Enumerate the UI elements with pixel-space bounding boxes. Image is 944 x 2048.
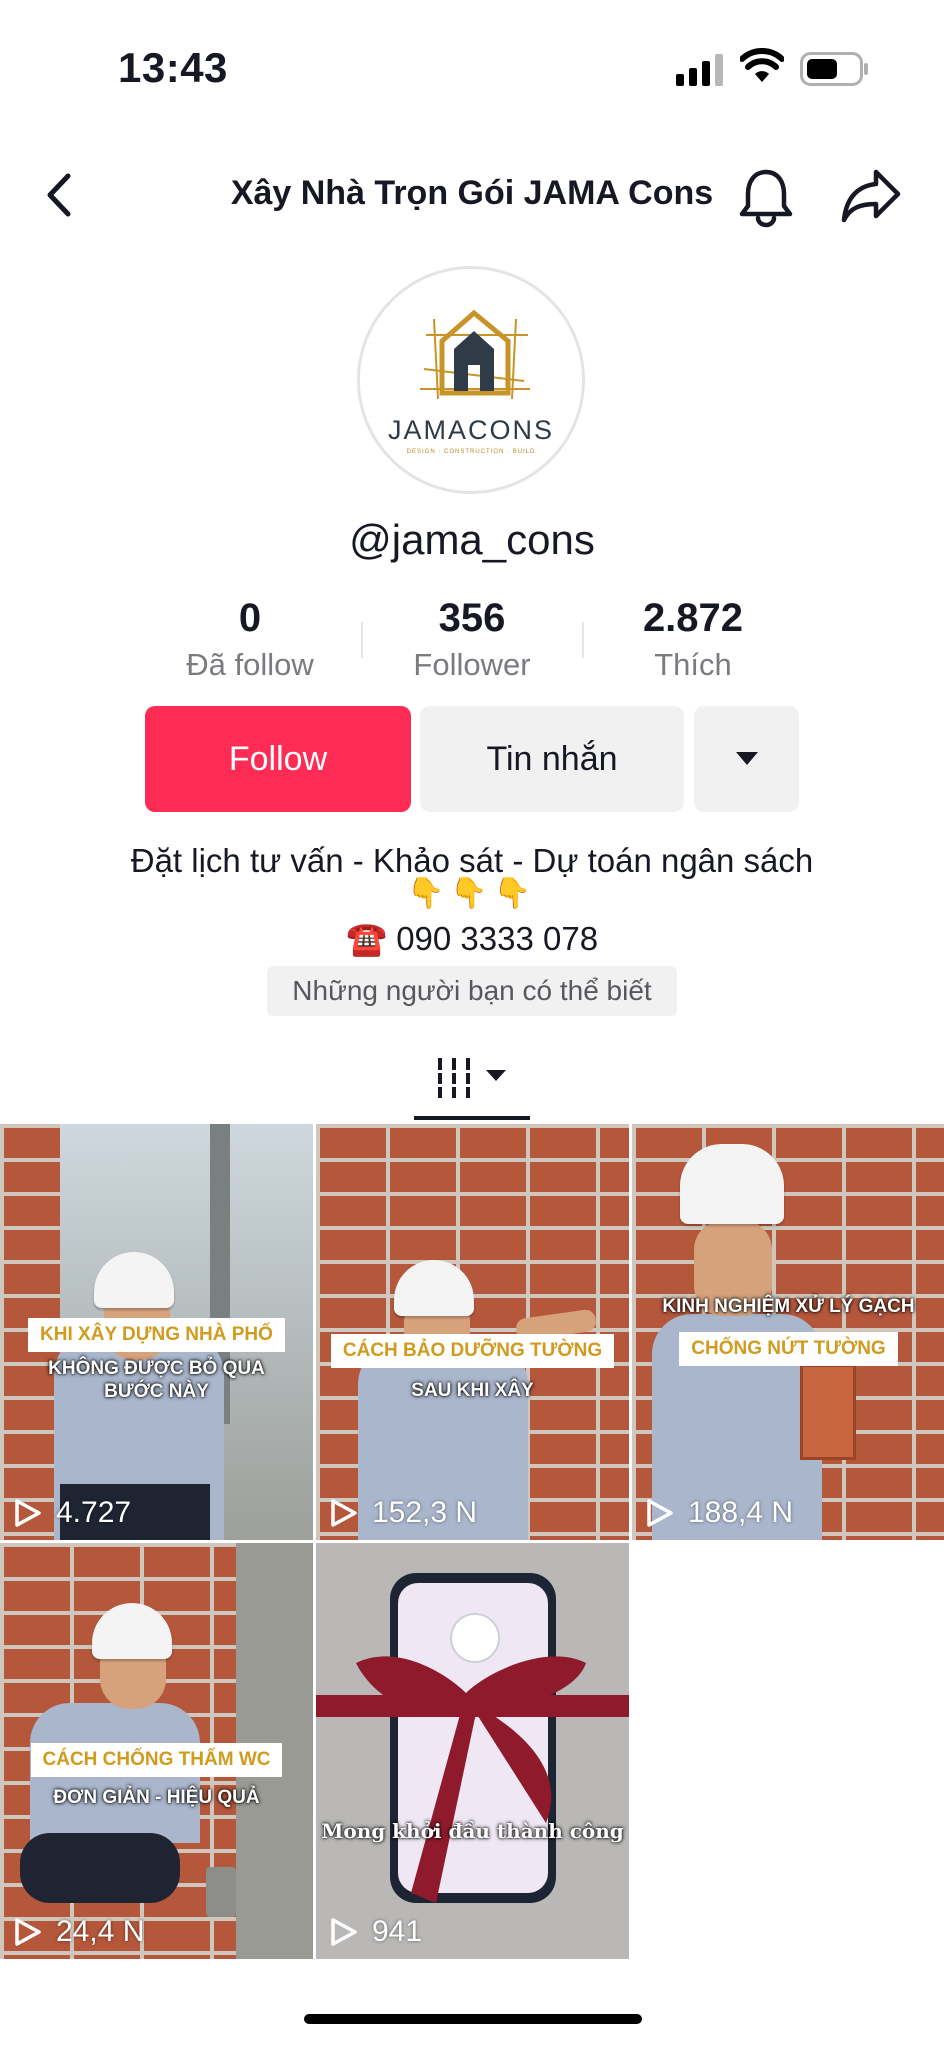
stat-likes-label: Thích [654, 647, 732, 682]
video-caption-text: KHÔNG ĐƯỢC BỎ QUA BƯỚC NÀY [48, 1358, 265, 1402]
video-thumbnail[interactable]: KHI XÂY DỰNG NHÀ PHỐ KHÔNG ĐƯỢC BỎ QUA B… [0, 1124, 313, 1540]
follow-button[interactable]: Follow [145, 706, 411, 812]
video-thumbnail[interactable]: CÁCH CHỐNG THẤM WC ĐƠN GIẢN - HIỆU QUẢ 2… [0, 1543, 313, 1959]
view-count: 941 [330, 1915, 422, 1949]
view-count: 24,4 N [14, 1915, 144, 1949]
bio-line: Đặt lịch tư vấn - Khảo sát - Dự toán ngâ… [130, 842, 814, 879]
view-count: 152,3 N [330, 1496, 477, 1530]
share-icon[interactable] [840, 166, 902, 226]
bio-emoji-line: 👇👇👇 [406, 877, 538, 910]
view-count: 188,4 N [646, 1496, 793, 1530]
status-time: 13:43 [118, 44, 228, 91]
battery-icon [800, 52, 868, 86]
profile-avatar[interactable]: JAMACONS DESIGN · CONSTRUCTION · BUILD [357, 266, 585, 494]
stat-following-value: 0 [238, 596, 262, 640]
suggested-friends-button[interactable]: Những người bạn có thể biết [267, 966, 677, 1016]
content-tab-bar [0, 1040, 944, 1122]
videos-grid-tab-icon[interactable] [436, 1054, 508, 1104]
video-caption-text: Mong khởi đầu thành công [321, 1819, 624, 1843]
wifi-icon [740, 48, 784, 82]
stat-following[interactable]: 0 Đã follow [140, 596, 360, 683]
stat-likes-value: 2.872 [642, 596, 744, 640]
bell-icon[interactable] [736, 164, 796, 228]
profile-nav-bar: Xây Nhà Trọn Gói JAMA Cons [0, 150, 944, 240]
play-icon [15, 1499, 41, 1527]
play-icon [331, 1499, 357, 1527]
stat-following-label: Đã follow [186, 647, 314, 682]
logo-tagline: DESIGN · CONSTRUCTION · BUILD [406, 449, 536, 455]
video-caption-box: CÁCH CHỐNG THẤM WC [0, 1743, 313, 1777]
active-tab-indicator [414, 1116, 530, 1120]
stat-likes[interactable]: 2.872 Thích [583, 596, 803, 683]
profile-title: Xây Nhà Trọn Gói JAMA Cons [230, 174, 714, 212]
play-icon [331, 1918, 357, 1946]
video-caption-box: CÁCH BẢO DƯỠNG TƯỜNG [316, 1334, 629, 1368]
clay-brick [800, 1364, 856, 1460]
caret-down-icon [735, 752, 758, 765]
ribbon-bow-icon [316, 1656, 629, 1903]
video-caption-box: CHỐNG NỨT TƯỜNG [632, 1332, 944, 1366]
stat-followers-value: 356 [438, 596, 506, 640]
message-button[interactable]: Tin nhắn [420, 706, 684, 812]
video-caption-text: SAU KHI XÂY [411, 1380, 534, 1401]
house-logo-icon [420, 309, 530, 400]
play-icon [15, 1918, 41, 1946]
drain-pipe [206, 1867, 236, 1917]
home-indicator[interactable] [304, 2014, 642, 2024]
video-caption-box: KHI XÂY DỰNG NHÀ PHỐ [0, 1318, 313, 1352]
video-caption-text: KINH NGHIỆM XỬ LÝ GẠCH [662, 1296, 915, 1317]
play-icon [647, 1499, 673, 1527]
bio-phone[interactable]: ☎️ 090 3333 078 [0, 920, 944, 959]
status-bar: 13:43 [0, 0, 944, 140]
logo-wordmark: JAMACONS [387, 415, 555, 445]
stat-followers-label: Follower [413, 647, 531, 682]
username: @jama_cons [349, 516, 595, 563]
hard-hat [680, 1144, 784, 1224]
view-count: 4.727 [14, 1496, 131, 1530]
more-dropdown-button[interactable] [694, 706, 799, 812]
video-thumbnail[interactable]: KINH NGHIỆM XỬ LÝ GẠCH CHỐNG NỨT TƯỜNG 1… [632, 1124, 944, 1540]
video-thumbnail[interactable]: CÁCH BẢO DƯỠNG TƯỜNG SAU KHI XÂY 152,3 N [316, 1124, 629, 1540]
profile-stats: 0 Đã follow 356 Follower 2.872 Thích [0, 596, 944, 696]
video-thumbnail[interactable]: Mong khởi đầu thành công 941 [316, 1543, 629, 1959]
person-pants [20, 1833, 180, 1903]
cellular-signal-icon [676, 54, 723, 86]
video-caption-text: ĐƠN GIẢN - HIỆU QUẢ [53, 1787, 260, 1808]
stat-followers[interactable]: 356 Follower [362, 596, 582, 683]
